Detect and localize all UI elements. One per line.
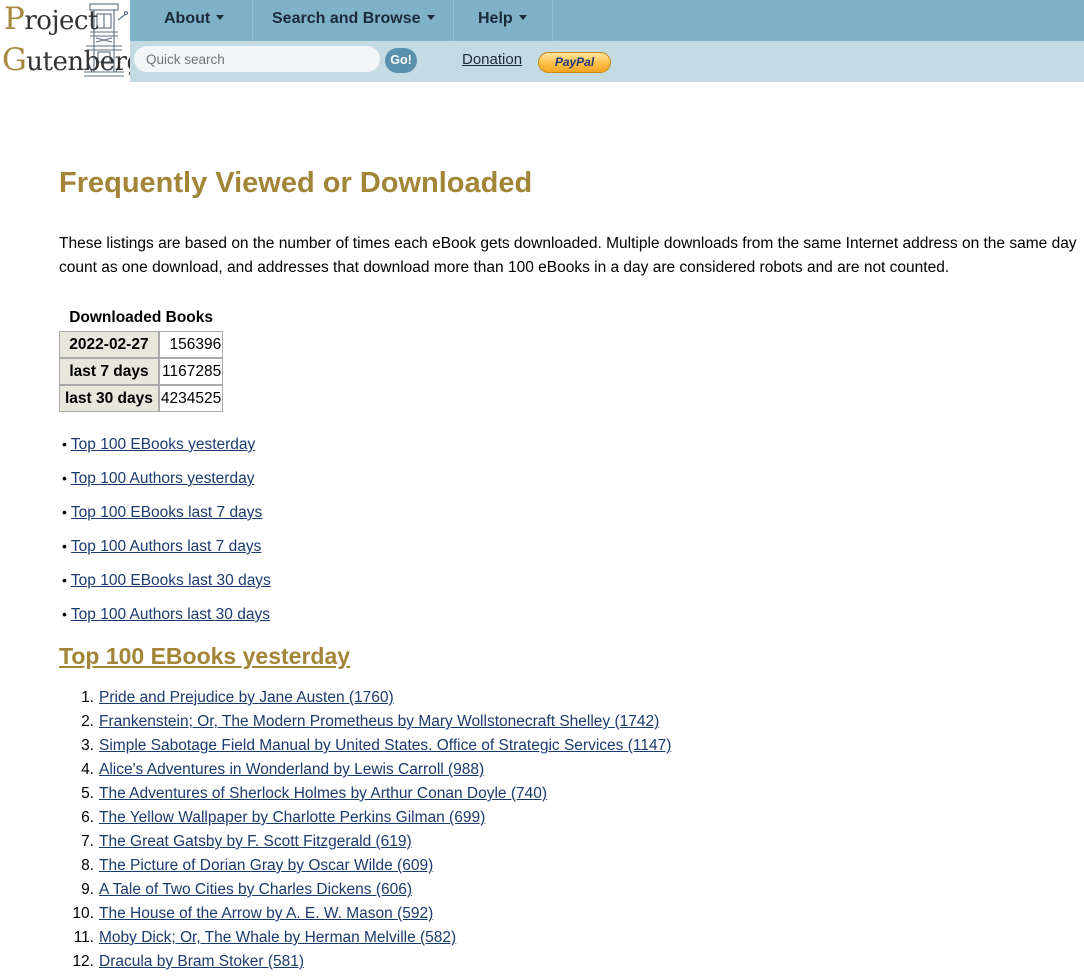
top-ebooks-list: 1. Pride and Prejudice by Jane Austen (17…	[72, 688, 799, 976]
list-item: • Top 100 Authors last 7 days	[62, 536, 271, 570]
book-link[interactable]: Dracula by Bram Stoker (581)	[99, 953, 304, 970]
rank-number: 11.	[73, 929, 94, 946]
stats-value: 156396	[158, 331, 224, 358]
nav-about-label: About	[164, 10, 211, 27]
intro-paragraph: These listings are based on the number o…	[59, 235, 1077, 276]
go-button[interactable]: Go!	[385, 48, 417, 73]
book-link[interactable]: The Adventures of Sherlock Holmes by Art…	[99, 785, 547, 802]
rank-number: 7.	[81, 833, 94, 850]
rank-number: 12.	[72, 953, 94, 970]
list-item: 5. The Adventures of Sherlock Holmes by A…	[81, 784, 799, 808]
nav-about[interactable]: About	[130, 0, 253, 41]
stats-value: 4234525	[158, 385, 224, 412]
quick-search-input[interactable]	[134, 46, 380, 72]
rank-number: 5.	[81, 785, 94, 802]
page-title: Frequently Viewed or Downloaded	[59, 167, 533, 199]
list-item: 9. A Tale of Two Cities by Charles Dicken…	[81, 880, 799, 904]
book-link[interactable]: Moby Dick; Or, The Whale by Herman Melvi…	[99, 929, 456, 946]
list-item: 10. The House of the Arrow by A. E. W. Ma…	[72, 904, 799, 928]
list-item: • Top 100 EBooks yesterday	[62, 434, 271, 468]
nav-search-and-browse[interactable]: Search and Browse	[253, 0, 454, 41]
list-item: 2. Frankenstein; Or, The Modern Prometheu…	[81, 712, 799, 736]
rank-number: 6.	[81, 809, 94, 826]
nav-search-label: Search and Browse	[272, 10, 421, 27]
chevron-down-icon	[426, 15, 435, 21]
rank-number: 1.	[81, 689, 94, 706]
rank-number: 3.	[81, 737, 94, 754]
stats-label: last 30 days	[59, 385, 159, 412]
search-bar-row: Go! Donation PayPal	[130, 41, 1084, 82]
list-item: • Top 100 EBooks last 30 days	[62, 570, 271, 604]
bullet-icon: •	[62, 436, 67, 452]
list-item: 1. Pride and Prejudice by Jane Austen (17…	[81, 688, 799, 712]
book-link[interactable]: A Tale of Two Cities by Charles Dickens …	[99, 881, 412, 898]
table-row: last 7 days 1167285	[59, 358, 224, 385]
stats-label: 2022-02-27	[59, 331, 159, 358]
table-row: 2022-02-27 156396	[59, 331, 224, 358]
bullet-icon: •	[62, 606, 67, 622]
link-top-authors-7-days[interactable]: Top 100 Authors last 7 days	[71, 538, 261, 555]
donation-link[interactable]: Donation	[462, 51, 522, 68]
link-top-ebooks-yesterday[interactable]: Top 100 EBooks yesterday	[71, 436, 255, 453]
logo-word-gutenberg: Gutenberg	[2, 42, 143, 78]
main-nav: About Search and Browse Help	[130, 0, 1084, 41]
book-link[interactable]: Simple Sabotage Field Manual by United S…	[99, 737, 671, 754]
list-item: 6. The Yellow Wallpaper by Charlotte Perk…	[81, 808, 799, 832]
list-item: • Top 100 EBooks last 7 days	[62, 502, 271, 536]
link-top-authors-30-days[interactable]: Top 100 Authors last 30 days	[71, 606, 270, 623]
book-link[interactable]: The Great Gatsby by F. Scott Fitzgerald …	[99, 833, 412, 850]
paypal-button[interactable]: PayPal	[538, 52, 611, 73]
table-row: last 30 days 4234525	[59, 385, 224, 412]
section-heading-top-ebooks-yesterday[interactable]: Top 100 EBooks yesterday	[59, 643, 350, 670]
project-gutenberg-logo[interactable]: Project Gutenberg	[0, 0, 143, 82]
link-top-authors-yesterday[interactable]: Top 100 Authors yesterday	[71, 470, 255, 487]
book-link[interactable]: Pride and Prejudice by Jane Austen (1760…	[99, 689, 394, 706]
list-item: 8. The Picture of Dorian Gray by Oscar Wi…	[81, 856, 799, 880]
stats-value: 1167285	[158, 358, 224, 385]
stats-caption: Downloaded Books	[69, 309, 214, 326]
logo-word-project: Project	[4, 1, 98, 37]
book-link[interactable]: The Picture of Dorian Gray by Oscar Wild…	[99, 857, 433, 874]
link-top-ebooks-30-days[interactable]: Top 100 EBooks last 30 days	[71, 572, 271, 589]
site-header: Project Gutenberg About Search and Brows…	[0, 0, 1084, 82]
book-link[interactable]: The House of the Arrow by A. E. W. Mason…	[99, 905, 433, 922]
list-item: 4. Alice's Adventures in Wonderland by Le…	[81, 760, 799, 784]
list-item: 11. Moby Dick; Or, The Whale by Herman Me…	[74, 928, 799, 952]
list-item: 12. Dracula by Bram Stoker (581)	[72, 952, 799, 976]
rank-number: 4.	[81, 761, 94, 778]
list-item: 7. The Great Gatsby by F. Scott Fitzgeral…	[81, 832, 799, 856]
bullet-icon: •	[62, 470, 67, 486]
book-link[interactable]: The Yellow Wallpaper by Charlotte Perkin…	[99, 809, 485, 826]
link-top-ebooks-7-days[interactable]: Top 100 EBooks last 7 days	[71, 504, 262, 521]
chevron-down-icon	[518, 15, 527, 21]
top-lists-nav: • Top 100 EBooks yesterday • Top 100 Autho…	[62, 434, 271, 638]
stats-label: last 7 days	[59, 358, 159, 385]
chevron-down-icon	[216, 15, 225, 21]
bullet-icon: •	[62, 538, 67, 554]
bullet-icon: •	[62, 572, 67, 588]
book-link[interactable]: Frankenstein; Or, The Modern Prometheus …	[99, 713, 659, 730]
downloaded-books-table: Downloaded Books 2022-02-27 156396 last …	[59, 308, 224, 412]
nav-help[interactable]: Help	[454, 0, 553, 41]
rank-number: 2.	[81, 713, 94, 730]
rank-number: 8.	[81, 857, 94, 874]
rank-number: 10.	[72, 905, 94, 922]
list-item: 3. Simple Sabotage Field Manual by United…	[81, 736, 799, 760]
list-item: • Top 100 Authors yesterday	[62, 468, 271, 502]
list-item: • Top 100 Authors last 30 days	[62, 604, 271, 638]
rank-number: 9.	[81, 881, 94, 898]
nav-help-label: Help	[478, 10, 513, 27]
book-link[interactable]: Alice's Adventures in Wonderland by Lewi…	[99, 761, 484, 778]
bullet-icon: •	[62, 504, 67, 520]
